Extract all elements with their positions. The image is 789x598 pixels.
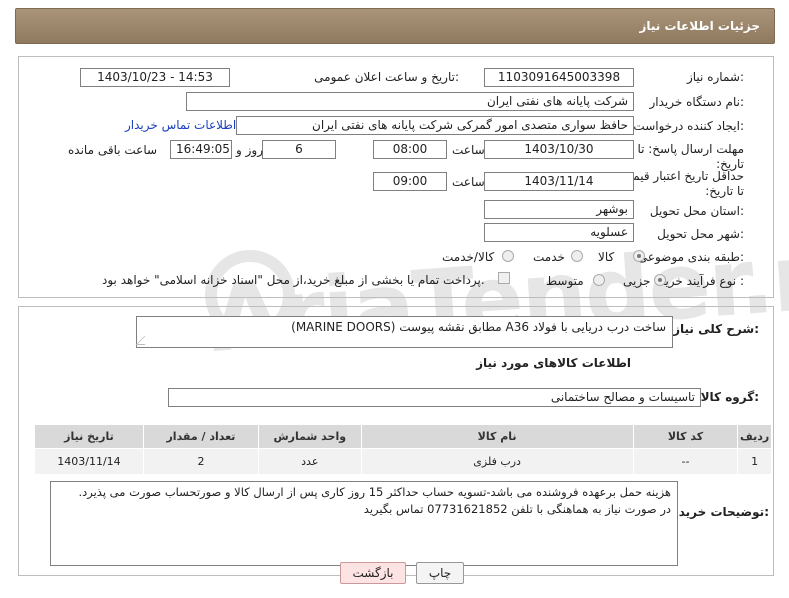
need-number-label: شماره نیاز:	[686, 70, 744, 84]
announce-field: 1403/10/23 - 14:53	[80, 68, 230, 87]
col-row-number: ردیف	[737, 424, 772, 449]
page-title: جزئیات اطلاعات نیاز	[639, 19, 760, 33]
print-button[interactable]: چاپ	[416, 562, 464, 584]
resize-grip-icon[interactable]	[135, 336, 154, 345]
price-time-label: ساعت	[452, 175, 485, 189]
process-option-medium: متوسط	[546, 274, 584, 288]
category-option-both: کالا/خدمت	[442, 250, 495, 264]
page-header: جزئیات اطلاعات نیاز	[15, 8, 775, 44]
requester-field: حافظ سواری متصدی امور گمرکی شرکت پایانه …	[236, 116, 634, 135]
process-radio-medium[interactable]	[593, 274, 605, 286]
price-date-field: 1403/11/14	[484, 172, 634, 191]
category-radio-both[interactable]	[502, 250, 514, 262]
buyer-contact-link[interactable]: اطلاعات تماس خریدار	[125, 118, 236, 132]
treasury-payment-note: پرداخت تمام یا بخشی از مبلغ خرید،از محل …	[102, 273, 485, 287]
buyer-org-label: نام دستگاه خریدار:	[649, 95, 745, 109]
cell-quantity: 2	[142, 448, 260, 475]
requester-label: ایجاد کننده درخواست:	[633, 119, 744, 133]
cell-item-name: درب فلزی	[360, 448, 634, 475]
category-radio-service[interactable]	[571, 250, 583, 262]
description-text: ساخت درب دریایی با فولاد A36 مطابق نقشه …	[291, 320, 666, 334]
buyer-org-field: شرکت پایانه های نفتی ایران	[186, 92, 634, 111]
announce-label: تاریخ و ساعت اعلان عمومی:	[314, 70, 459, 84]
goods-group-label: گروه کالا:	[700, 390, 759, 404]
category-label: طبقه بندی موضوعی:	[637, 250, 744, 264]
reply-date-field: 1403/10/30	[484, 140, 634, 159]
process-label: نوع فرآیند خرید :	[659, 274, 744, 288]
reply-time-label: ساعت	[452, 143, 485, 157]
col-need-date: تاریخ نیاز	[34, 424, 144, 449]
province-field: بوشهر	[484, 200, 634, 219]
description-label: شرح کلی نیاز:	[673, 322, 759, 336]
back-button[interactable]: بازگشت	[340, 562, 406, 584]
goods-table: ردیف کد کالا نام کالا واحد شمارش تعداد /…	[34, 424, 772, 475]
buyer-notes-line1: هزینه حمل برعهده فروشنده می باشد-تسویه ح…	[78, 485, 671, 499]
process-option-minor: جزیی	[623, 274, 651, 288]
remaining-label: ساعت باقی مانده	[68, 143, 158, 157]
city-label: شهر محل تحویل:	[657, 227, 744, 241]
days-label: روز و	[236, 143, 263, 157]
province-label: استان محل تحویل:	[649, 204, 744, 218]
goods-section-title: اطلاعات کالاهای مورد نیاز	[476, 356, 631, 370]
reply-time-field: 08:00	[373, 140, 447, 159]
need-number-field: 1103091645003398	[484, 68, 634, 87]
reply-deadline-label: مهلت ارسال پاسخ: تا تاریخ:	[637, 142, 744, 171]
treasury-payment-checkbox[interactable]	[498, 272, 510, 284]
description-textarea[interactable]: ساخت درب دریایی با فولاد A36 مطابق نقشه …	[135, 316, 673, 348]
category-option-service: خدمت	[533, 250, 565, 264]
cell-need-date: 1403/11/14	[34, 448, 144, 475]
cell-item-code: --	[632, 448, 739, 475]
table-row: 1 -- درب فلزی عدد 2 1403/11/14	[34, 448, 772, 475]
remaining-time-field: 16:49:05	[170, 140, 232, 159]
price-time-field: 09:00	[373, 172, 447, 191]
city-field: عسلویه	[484, 223, 634, 242]
buyer-notes-box: هزینه حمل برعهده فروشنده می باشد-تسویه ح…	[50, 481, 678, 566]
cell-unit: عدد	[258, 448, 362, 475]
goods-group-field: تاسیسات و مصالح ساختمانی	[168, 388, 701, 407]
process-radio-minor[interactable]	[654, 274, 666, 286]
category-option-goods: کالا	[598, 250, 615, 264]
buyer-notes-line2: در صورت نیاز به هماهنگی با تلفن 07731621…	[363, 502, 671, 516]
buyer-notes-label: توضیحات خریدار:	[667, 505, 769, 519]
days-field: 6	[262, 140, 336, 159]
goods-table-header: ردیف کد کالا نام کالا واحد شمارش تعداد /…	[34, 424, 772, 449]
category-radio-goods[interactable]	[633, 250, 645, 262]
col-item-name: نام کالا	[360, 424, 634, 449]
col-quantity: تعداد / مقدار	[142, 424, 260, 449]
col-item-code: کد کالا	[632, 424, 739, 449]
cell-row-number: 1	[737, 448, 772, 475]
col-unit: واحد شمارش	[258, 424, 362, 449]
